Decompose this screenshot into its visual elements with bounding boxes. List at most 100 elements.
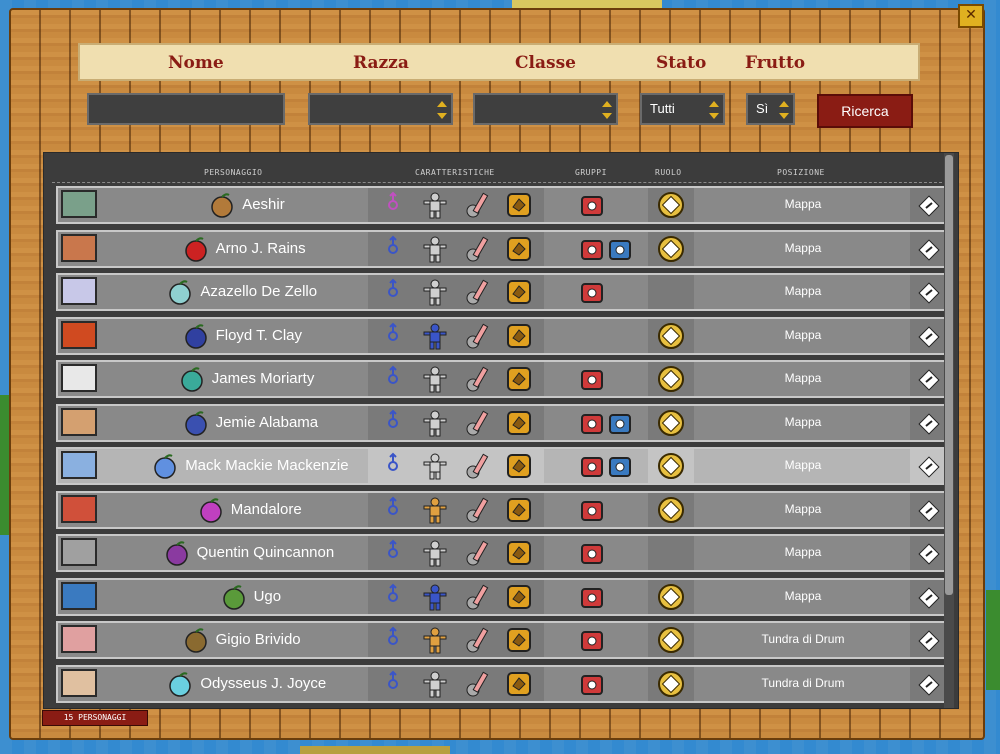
class-icon: [505, 452, 533, 480]
role-icon: [657, 583, 685, 611]
character-name[interactable]: Aeshir: [242, 196, 285, 213]
character-name[interactable]: Mack Mackie Mackenzie: [185, 457, 348, 474]
avatar[interactable]: [61, 233, 97, 262]
class-icon: [505, 278, 533, 306]
character-name[interactable]: Gigio Brivido: [216, 631, 301, 648]
header-divider: [52, 182, 942, 183]
avatar[interactable]: [61, 494, 97, 523]
male-icon: [387, 409, 415, 437]
table-row[interactable]: Odysseus J. Joyce Tundra di Drum: [56, 664, 946, 703]
avatar[interactable]: [61, 538, 97, 566]
group-icon: [578, 235, 606, 263]
devil-fruit-icon: [166, 670, 194, 698]
character-name[interactable]: Odysseus J. Joyce: [200, 675, 326, 692]
avatar[interactable]: [61, 364, 97, 392]
character-position: Mappa: [784, 371, 822, 385]
devil-fruit-icon: [151, 452, 179, 480]
select-arrows-icon: [779, 101, 789, 119]
table-row[interactable]: Gigio Brivido Tundra di Drum: [56, 621, 946, 659]
table-row[interactable]: Ugo Mappa: [56, 577, 946, 616]
character-name[interactable]: Floyd T. Clay: [216, 327, 302, 344]
class-icon: [505, 670, 533, 698]
table-row[interactable]: Azazello De Zello Mappa: [56, 273, 946, 311]
role-cell: [648, 275, 694, 309]
character-position: Mappa: [784, 327, 822, 342]
open-profile-icon[interactable]: [918, 325, 940, 348]
scrollbar[interactable]: [944, 153, 954, 708]
open-profile-icon[interactable]: [918, 543, 940, 565]
name-input[interactable]: [87, 93, 285, 125]
open-profile-icon[interactable]: [918, 195, 940, 217]
open-profile-icon[interactable]: [918, 282, 940, 304]
table-row[interactable]: James Moriarty Mappa: [56, 360, 946, 398]
table-row[interactable]: Arno J. Rains Mappa: [56, 229, 946, 268]
class-icon: [505, 322, 533, 350]
characters-panel: ✕ Nome Razza Classe Stato Frutto Tutti S…: [9, 4, 985, 740]
character-name[interactable]: Jemie Alabama: [216, 414, 319, 431]
role-icon: [657, 191, 685, 219]
character-name[interactable]: Ugo: [254, 588, 282, 605]
open-profile-icon[interactable]: [918, 673, 940, 696]
character-position: Mappa: [784, 240, 822, 255]
group-icon: [578, 496, 606, 524]
table-row[interactable]: Floyd T. Clay Mappa: [56, 316, 946, 355]
filter-header: Nome Razza Classe Stato Frutto: [78, 43, 920, 81]
avatar[interactable]: [61, 451, 97, 479]
group-icon: [578, 191, 606, 219]
open-profile-icon[interactable]: [918, 456, 940, 478]
weapon-icon: [464, 409, 492, 437]
character-name[interactable]: Quentin Quincannon: [197, 544, 335, 561]
character-position: Mappa: [784, 197, 822, 211]
scrollbar-thumb[interactable]: [945, 155, 953, 595]
class-icon: [505, 191, 533, 219]
header-classe: Classe: [515, 53, 576, 73]
avatar[interactable]: [61, 581, 97, 610]
race-select[interactable]: [308, 93, 453, 125]
female-icon: [387, 191, 415, 219]
fruit-select[interactable]: Sì: [746, 93, 795, 125]
avatar[interactable]: [61, 668, 97, 697]
character-name[interactable]: Arno J. Rains: [216, 240, 306, 257]
devil-fruit-icon: [220, 583, 248, 611]
group-icon: [578, 278, 606, 306]
table-row[interactable]: Quentin Quincannon Mappa: [56, 534, 946, 572]
avatar[interactable]: [61, 320, 97, 349]
role-icon: [657, 670, 685, 698]
role-icon: [657, 235, 685, 263]
race-icon: [421, 365, 449, 393]
character-position: Tundra di Drum: [761, 675, 845, 690]
character-name[interactable]: James Moriarty: [212, 370, 315, 387]
table-row[interactable]: Mack Mackie Mackenzie Mappa: [56, 447, 946, 485]
column-header-character: PERSONAGGIO: [204, 168, 263, 177]
table-row[interactable]: Jemie Alabama Mappa: [56, 403, 946, 442]
open-profile-icon[interactable]: [918, 238, 940, 261]
header-stato: Stato: [656, 53, 707, 73]
character-name[interactable]: Mandalore: [231, 501, 302, 518]
open-profile-icon[interactable]: [918, 369, 940, 391]
avatar[interactable]: [61, 625, 97, 653]
search-button[interactable]: Ricerca: [817, 94, 913, 128]
devil-fruit-icon: [182, 409, 210, 437]
table-row[interactable]: Mandalore Mappa: [56, 490, 946, 529]
race-icon: [421, 626, 449, 654]
group-icon: [578, 583, 606, 611]
avatar[interactable]: [61, 407, 97, 436]
close-icon[interactable]: ✕: [958, 4, 984, 28]
avatar[interactable]: [61, 190, 97, 218]
male-icon: [387, 583, 415, 611]
open-profile-icon[interactable]: [918, 499, 940, 522]
open-profile-icon[interactable]: [918, 630, 940, 652]
character-position: Mappa: [784, 458, 822, 472]
character-name[interactable]: Azazello De Zello: [200, 283, 317, 300]
class-select[interactable]: [473, 93, 618, 125]
select-arrows-icon: [709, 101, 719, 119]
state-select[interactable]: Tutti: [640, 93, 725, 125]
race-icon: [421, 452, 449, 480]
race-icon: [421, 539, 449, 567]
character-position: Mappa: [784, 545, 822, 559]
group-icon: [606, 452, 634, 480]
avatar[interactable]: [61, 277, 97, 305]
open-profile-icon[interactable]: [918, 586, 940, 609]
table-row[interactable]: Aeshir Mappa: [56, 186, 946, 224]
open-profile-icon[interactable]: [918, 412, 940, 435]
